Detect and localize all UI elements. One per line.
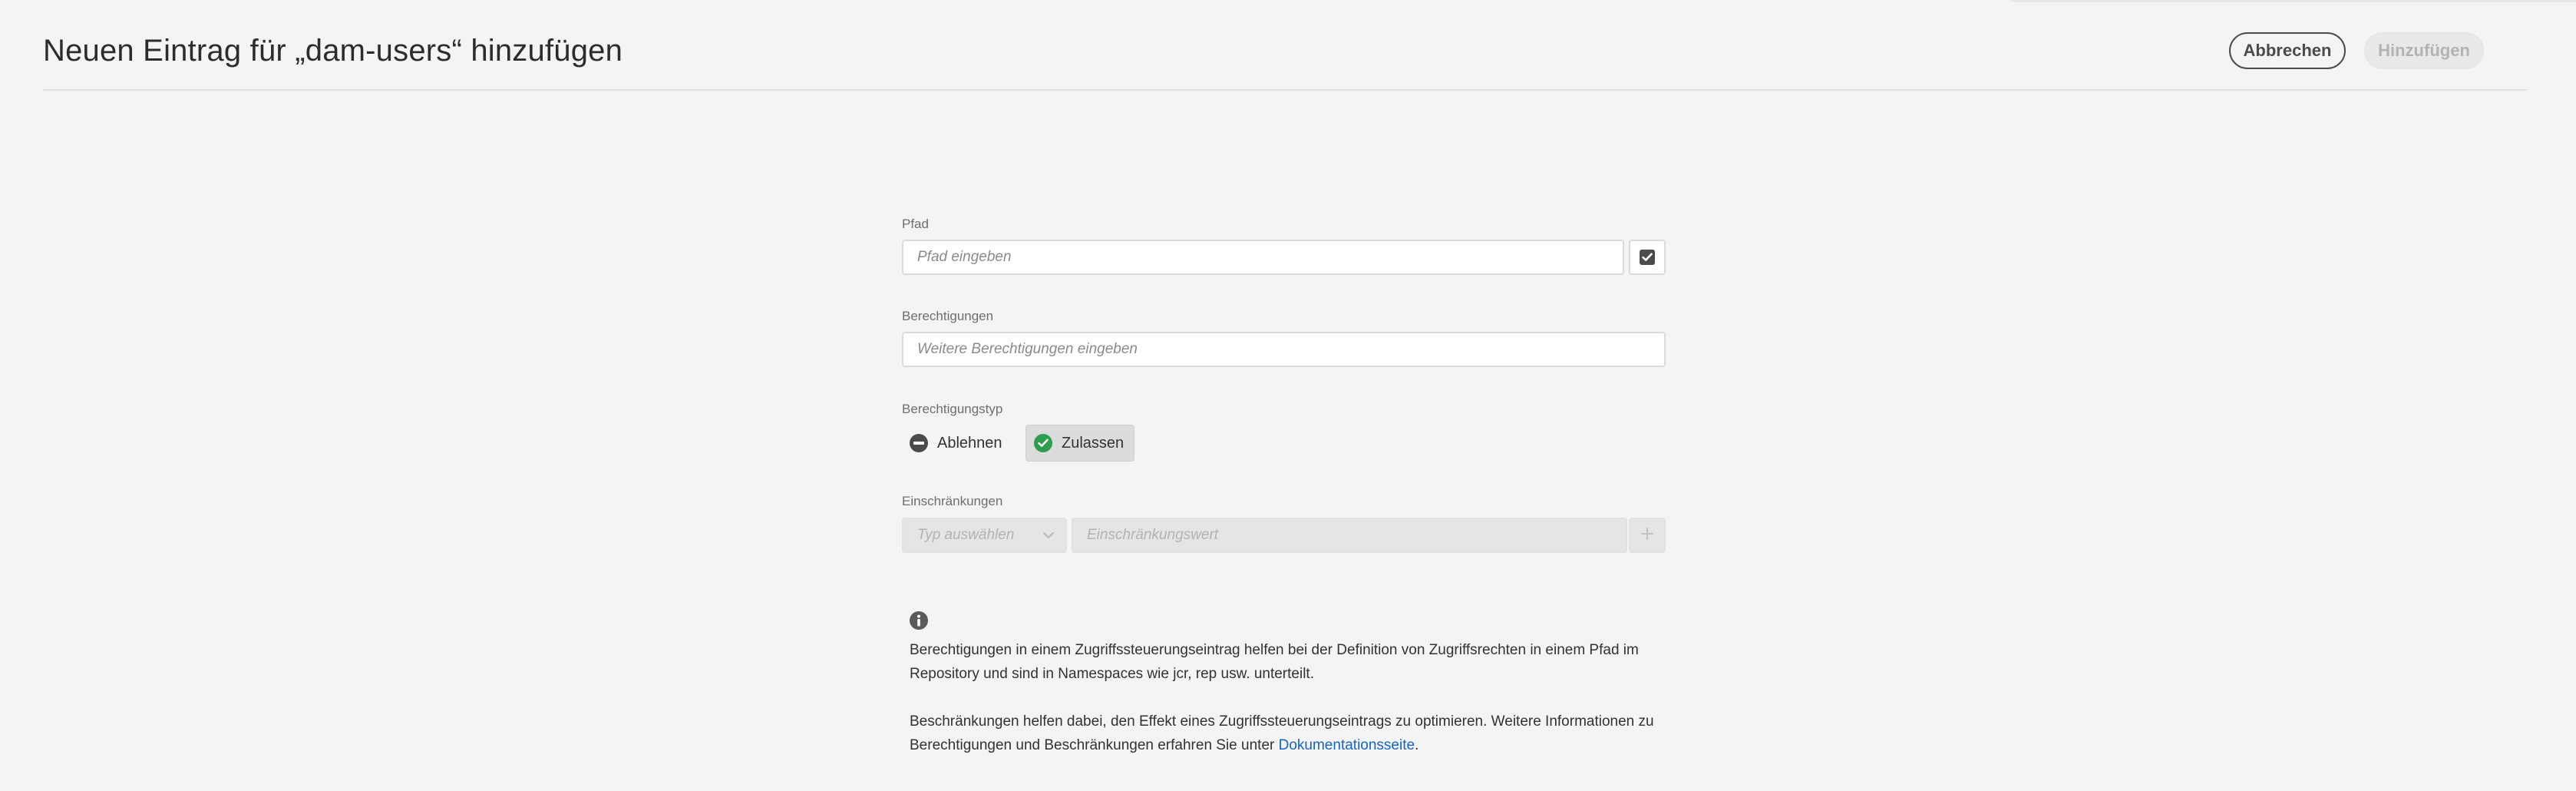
page-header: Neuen Eintrag für „dam-users“ hinzufügen	[43, 0, 2527, 91]
path-placeholder: Pfad eingeben	[917, 249, 1012, 265]
permission-type-label: Berechtigungstyp	[902, 402, 1003, 416]
permission-type-allow[interactable]: Zulassen	[1025, 425, 1134, 462]
permissions-placeholder: Weitere Berechtigungen eingeben	[917, 341, 1138, 357]
restrictions-label: Einschränkungen	[902, 494, 1003, 508]
add-button[interactable]: Hinzufügen	[2364, 32, 2484, 69]
path-browse-checkbox[interactable]	[1629, 240, 1666, 275]
minus-circle-icon	[910, 434, 928, 452]
permissions-label: Berechtigungen	[902, 309, 994, 323]
chevron-down-icon	[1042, 527, 1055, 544]
checkbox-checked-icon	[1640, 250, 1655, 265]
permissions-input[interactable]: Weitere Berechtigungen eingeben	[902, 332, 1666, 367]
info-icon	[910, 611, 928, 630]
help-text-restrictions-suffix: .	[1415, 737, 1419, 753]
cancel-button[interactable]: Abbrechen	[2229, 32, 2346, 69]
plus-icon	[1640, 527, 1654, 544]
add-restriction-button[interactable]	[1629, 518, 1666, 553]
permission-type-deny[interactable]: Ablehnen	[902, 425, 1009, 462]
help-text-permissions: Berechtigungen in einem Zugriffssteuerun…	[910, 642, 1639, 682]
deny-label: Ablehnen	[937, 434, 1002, 452]
restriction-type-select[interactable]: Typ auswählen	[902, 518, 1067, 553]
allow-label: Zulassen	[1062, 434, 1125, 452]
restriction-value-input[interactable]: Einschränkungswert	[1072, 518, 1627, 553]
checkmark-circle-icon	[1034, 434, 1052, 452]
restriction-type-placeholder: Typ auswählen	[917, 527, 1015, 543]
page-title: Neuen Eintrag für „dam-users“ hinzufügen	[43, 34, 623, 68]
path-label: Pfad	[902, 217, 929, 231]
restriction-value-placeholder: Einschränkungswert	[1087, 527, 1219, 543]
documentation-link[interactable]: Dokumentationsseite	[1279, 737, 1415, 753]
help-text-restrictions: Beschränkungen helfen dabei, den Effekt …	[910, 710, 1662, 757]
path-input[interactable]: Pfad eingeben	[902, 240, 1624, 275]
